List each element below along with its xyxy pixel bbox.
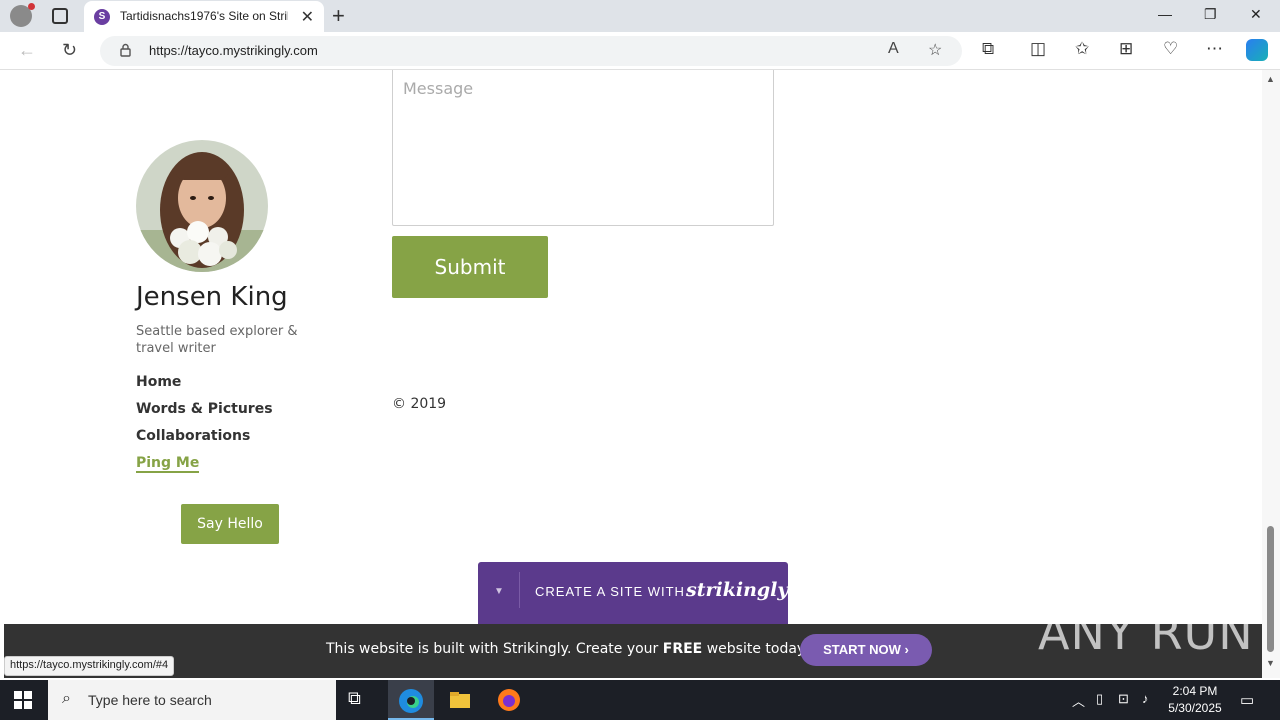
start-now-button[interactable]: START NOW › bbox=[800, 634, 932, 666]
submit-button[interactable]: Submit bbox=[392, 236, 548, 298]
anyrun-watermark: ANY RUN bbox=[1038, 606, 1254, 660]
favorites-icon[interactable]: ✩ bbox=[1075, 39, 1089, 59]
say-hello-button[interactable]: Say Hello bbox=[181, 504, 279, 544]
banner-text: This website is built with Strikingly. C… bbox=[326, 641, 811, 657]
search-icon: ⌕ bbox=[62, 690, 71, 707]
nav-item-words-pictures[interactable]: Words & Pictures bbox=[136, 401, 273, 428]
minimize-icon[interactable]: — bbox=[1158, 6, 1172, 22]
battery-icon[interactable]: ▯ bbox=[1096, 691, 1103, 707]
clock-date: 5/30/2025 bbox=[1168, 701, 1222, 715]
nav-item-ping-me[interactable]: Ping Me bbox=[136, 455, 273, 482]
copyright-text: © 2019 bbox=[392, 396, 447, 412]
volume-icon[interactable]: ♪ bbox=[1142, 691, 1149, 706]
file-explorer-icon[interactable] bbox=[448, 688, 472, 712]
tab-actions-icon[interactable] bbox=[52, 8, 68, 24]
message-placeholder: Message bbox=[403, 79, 474, 98]
site-navigation: Home Words & Pictures Collaborations Pin… bbox=[136, 374, 273, 482]
clock-time: 2:04 PM bbox=[1172, 684, 1218, 698]
taskbar-search-input[interactable]: ⌕ Type here to search bbox=[48, 680, 336, 720]
notifications-icon[interactable]: ▭ bbox=[1240, 691, 1254, 709]
web-page: Message Submit Jensen King Seattle based… bbox=[4, 70, 1262, 678]
split-screen-icon[interactable]: ◫ bbox=[1030, 39, 1046, 59]
copilot-icon[interactable] bbox=[1246, 39, 1268, 61]
network-icon[interactable]: ⊡ bbox=[1118, 691, 1129, 707]
nav-item-home[interactable]: Home bbox=[136, 374, 273, 401]
refresh-icon[interactable]: ↻ bbox=[62, 40, 77, 61]
tab-title: Tartidisnachs1976's Site on Strikingly bbox=[120, 9, 288, 23]
profile-tagline: Seattle based explorer & travel writer bbox=[136, 324, 298, 356]
url-text: https://tayco.mystrikingly.com bbox=[149, 43, 318, 58]
favorite-star-icon[interactable]: ☆ bbox=[928, 40, 942, 60]
scroll-up-icon[interactable]: ▲ bbox=[1266, 74, 1275, 84]
browser-essentials-icon[interactable]: ♡ bbox=[1163, 39, 1178, 59]
profile-name: Jensen King bbox=[136, 282, 288, 312]
strikingly-badge[interactable]: ▼ CREATE A SITE WITH strikingly bbox=[478, 562, 788, 624]
close-tab-icon[interactable]: ✕ bbox=[301, 7, 314, 27]
taskbar-clock[interactable]: 2:04 PM 5/30/2025 bbox=[1163, 683, 1227, 717]
scroll-down-icon[interactable]: ▼ bbox=[1266, 658, 1275, 668]
task-view-icon[interactable]: ⧉ bbox=[348, 688, 372, 712]
address-toolbar: ← ↻ https://tayco.mystrikingly.com A ☆ ⧉… bbox=[0, 32, 1280, 70]
close-window-icon[interactable]: ✕ bbox=[1250, 6, 1262, 23]
scroll-thumb[interactable] bbox=[1267, 526, 1274, 652]
profile-icon[interactable] bbox=[10, 3, 35, 27]
extensions-icon[interactable]: ⧉ bbox=[982, 39, 994, 59]
windows-start-icon[interactable] bbox=[14, 691, 32, 709]
strikingly-favicon-icon: S bbox=[94, 9, 110, 25]
browser-tab[interactable]: S Tartidisnachs1976's Site on Strikingly… bbox=[84, 1, 324, 32]
restore-icon[interactable]: ❐ bbox=[1204, 6, 1217, 23]
collapse-arrow-icon[interactable]: ▼ bbox=[494, 586, 504, 597]
strikingly-logo: strikingly bbox=[686, 579, 789, 601]
new-tab-icon[interactable]: + bbox=[332, 3, 345, 29]
edge-taskbar-button[interactable] bbox=[388, 680, 434, 720]
back-icon[interactable]: ← bbox=[18, 40, 36, 61]
address-bar[interactable]: https://tayco.mystrikingly.com A ☆ bbox=[100, 36, 962, 66]
collections-icon[interactable]: ⊞ bbox=[1119, 39, 1133, 59]
nav-item-collaborations[interactable]: Collaborations bbox=[136, 428, 273, 455]
read-aloud-icon[interactable]: A bbox=[888, 40, 899, 58]
edge-icon bbox=[399, 689, 423, 713]
windows-taskbar: ⌕ Type here to search ⧉ ︿ ▯ ⊡ ♪ 2:04 PM … bbox=[0, 680, 1280, 720]
avatar bbox=[136, 140, 268, 272]
browser-tab-bar: S Tartidisnachs1976's Site on Strikingly… bbox=[0, 0, 1280, 32]
message-textarea[interactable]: Message bbox=[392, 70, 774, 226]
search-placeholder: Type here to search bbox=[88, 692, 212, 708]
page-scrollbar[interactable]: ▲ ▼ bbox=[1262, 70, 1280, 678]
more-menu-icon[interactable]: ⋯ bbox=[1206, 39, 1223, 59]
tray-chevron-icon[interactable]: ︿ bbox=[1072, 691, 1085, 710]
lock-icon bbox=[120, 43, 131, 57]
firefox-icon[interactable] bbox=[497, 688, 521, 712]
badge-text: CREATE A SITE WITH bbox=[535, 584, 685, 599]
status-url-tooltip: https://tayco.mystrikingly.com/#4 bbox=[4, 656, 175, 676]
badge-divider bbox=[519, 572, 520, 608]
